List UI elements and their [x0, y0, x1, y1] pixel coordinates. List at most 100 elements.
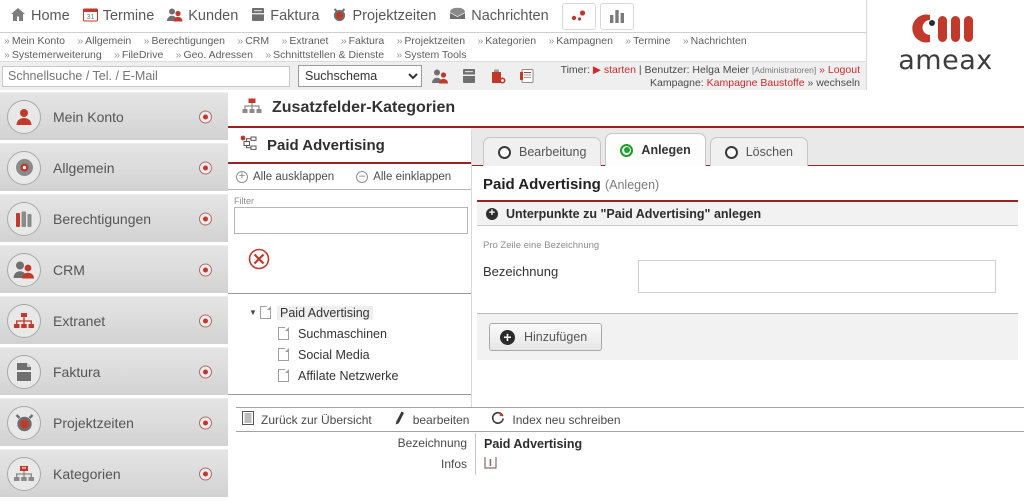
nav-item-kunden[interactable]: Kunden [163, 3, 247, 29]
statistics-icon[interactable] [599, 2, 634, 30]
tab-bearbeitung[interactable]: Bearbeitung [483, 137, 602, 166]
expand-icon[interactable] [199, 161, 212, 174]
tab-anlegen[interactable]: Anlegen [605, 133, 706, 166]
expand-icon[interactable] [199, 212, 212, 225]
sidebar-item-faktura[interactable]: Faktura [0, 347, 228, 395]
hinzufuegen-label: Hinzufügen [524, 330, 588, 344]
form-row-bezeichnung: Bezeichnung [477, 260, 1018, 293]
info-book-icon [484, 457, 497, 473]
breadcrumb-item[interactable]: » Allgemein [77, 35, 131, 48]
tab-label: Bearbeitung [519, 145, 587, 159]
filter-block: Filter [228, 190, 471, 273]
tree-panel-title: Paid Advertising [267, 136, 385, 154]
breadcrumb-item[interactable]: » Nachrichten [683, 35, 747, 48]
clock-icon [332, 7, 347, 26]
sidebar-item-projektzeiten[interactable]: Projektzeiten [0, 398, 228, 446]
filter-input[interactable] [234, 207, 468, 234]
breadcrumb-item[interactable]: » Extranet [281, 35, 328, 48]
invoice-search-icon[interactable] [458, 65, 480, 87]
campaign-switch-link[interactable]: » wechseln [807, 77, 860, 89]
brand-name: ameax [898, 45, 993, 76]
breadcrumb-label: Kategorien [485, 35, 537, 47]
breadcrumb-row-1: » Mein Konto » Allgemein » Berechtigungen »… [4, 34, 866, 48]
nav-label: Home [31, 7, 70, 24]
contact-search-icon[interactable] [429, 65, 451, 87]
radio-icon [498, 145, 511, 159]
nav-item-termine[interactable]: 31 Termine [79, 3, 164, 29]
action-label: bearbeiten [412, 412, 470, 427]
breadcrumb-item[interactable]: » Projektzeiten [397, 35, 466, 48]
expand-icon[interactable] [199, 263, 212, 276]
tree-node-paid-advertising[interactable]: ▼ Paid Advertising [228, 302, 471, 323]
sidebar-item-label: Berechtigungen [53, 210, 152, 227]
logout-link[interactable]: » Logout [819, 64, 860, 76]
sidebar-item-berechtigungen[interactable]: Berechtigungen [0, 194, 228, 242]
user-label: Benutzer: [644, 64, 690, 76]
hinzufuegen-button[interactable]: + Hinzufügen [489, 323, 603, 351]
breadcrumb-item[interactable]: » Kampagnen [548, 35, 612, 48]
rebuild-index-button[interactable]: Index neu schreiben [485, 411, 636, 428]
breadcrumb-label: Extranet [289, 35, 329, 47]
sidebar-item-extranet[interactable]: Extranet [0, 296, 228, 344]
tree-panel-header: Paid Advertising [228, 128, 471, 164]
breadcrumb-item[interactable]: » Faktura [341, 35, 384, 48]
edit-button[interactable]: bearbeiten [388, 411, 486, 428]
breadcrumb-item[interactable]: » Kategorien [477, 35, 536, 48]
breadcrumb-item[interactable]: » Mein Konto [4, 35, 65, 48]
breadcrumb-label: Geo. Adressen [183, 49, 253, 61]
nav-item-faktura[interactable]: Faktura [247, 3, 328, 29]
expand-icon[interactable] [199, 416, 212, 429]
sidebar-item-crm[interactable]: CRM [0, 245, 228, 293]
field-label: Bezeichnung [483, 264, 559, 279]
sidebar-item-label: Projektzeiten [53, 414, 134, 431]
document-search-icon[interactable] [516, 65, 538, 87]
expand-icon[interactable] [199, 467, 212, 480]
nav-item-home[interactable]: Home [6, 3, 79, 29]
sidebar-item-mein-konto[interactable]: Mein Konto [0, 92, 228, 140]
breadcrumb: » Mein Konto » Allgemein » Berechtigungen »… [0, 33, 866, 61]
collapse-all-button[interactable]: – Alle einklappen [356, 170, 452, 183]
detail-value-icon[interactable] [476, 456, 497, 473]
ameax-logo-mark [910, 14, 982, 44]
timer-start-link[interactable]: ▶ starten [593, 64, 636, 76]
table-row: Bezeichnung Paid Advertising [236, 433, 1024, 454]
timer-label: Timer: [560, 64, 590, 76]
tree-node-suchmaschinen[interactable]: Suchmaschinen [228, 323, 471, 344]
tree-node-affilate-netzwerke[interactable]: Affilate Netzwerke [228, 365, 471, 386]
pin-board-icon[interactable] [561, 2, 596, 30]
brand-logo: ameax [866, 0, 1024, 90]
editor-heading-suffix: (Anlegen) [604, 178, 660, 192]
breadcrumb-item[interactable]: » Termine [625, 35, 670, 48]
refresh-icon [491, 411, 505, 428]
company-search-icon[interactable] [487, 65, 509, 87]
bezeichnung-textarea[interactable] [638, 260, 996, 293]
collapse-all-label: Alle einklappen [373, 170, 452, 183]
campaign-name[interactable]: Kampagne Baustoffe [707, 77, 805, 89]
nav-item-projektzeiten[interactable]: Projektzeiten [328, 3, 445, 29]
expand-all-button[interactable]: + Alle ausklappen [236, 170, 334, 183]
breadcrumb-label: FileDrive [121, 49, 164, 61]
svg-text:31: 31 [86, 14, 94, 21]
search-schema-select[interactable]: Suchschema [298, 65, 422, 87]
clear-x-icon[interactable] [248, 248, 461, 273]
expand-icon[interactable] [199, 314, 212, 327]
breadcrumb-item[interactable]: » Berechtigungen [144, 35, 225, 48]
back-to-overview-button[interactable]: Zurück zur Übersicht [236, 411, 388, 428]
sitemap-icon [7, 456, 41, 491]
plus-icon: + [500, 329, 515, 345]
page-icon [278, 369, 289, 382]
nav-item-nachrichten[interactable]: Nachrichten [445, 3, 557, 29]
nav-label: Nachrichten [471, 7, 549, 24]
campaign-label: Kampagne: [650, 77, 704, 89]
tree-node-social-media[interactable]: Social Media [228, 344, 471, 365]
chevron-down-icon[interactable]: ▼ [246, 308, 260, 317]
breadcrumb-row-2: » Systemerweiterung » FileDrive » Geo. Adre… [4, 48, 866, 62]
page-icon [278, 348, 289, 361]
search-input[interactable] [2, 65, 290, 87]
sidebar-item-allgemein[interactable]: Allgemein [0, 143, 228, 191]
expand-icon[interactable] [199, 110, 212, 123]
sidebar-item-kategorien[interactable]: Kategorien [0, 449, 228, 497]
expand-icon[interactable] [199, 365, 212, 378]
page-icon [260, 306, 271, 319]
tab-loeschen[interactable]: Löschen [709, 137, 808, 166]
